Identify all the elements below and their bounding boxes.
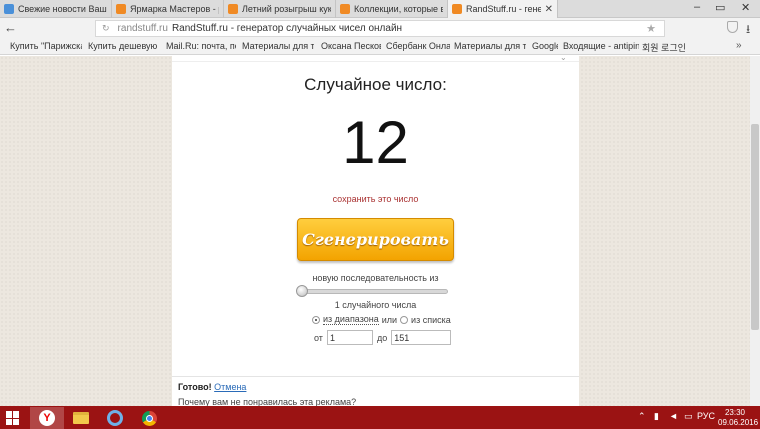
result-heading: Случайное число: xyxy=(304,75,447,94)
kollekcii-favicon-icon xyxy=(340,4,350,14)
close-window-button[interactable]: ✕ xyxy=(741,1,750,14)
ad-question: Почему вам не понравилась эта реклама? xyxy=(178,397,357,406)
windows-start-icon[interactable] xyxy=(6,411,20,425)
bookmark-item[interactable]: Входящие - antipina xyxy=(563,41,639,51)
generator-card: ⌄ Случайное число: 12 сохранить это числ… xyxy=(172,56,579,376)
folder-icon xyxy=(73,412,89,424)
tab-kollekcii[interactable]: Коллекции, которые выш xyxy=(336,0,448,18)
bookmarks-bar: Купить "Парижская Купить дешевую од Mail… xyxy=(0,39,760,55)
count-slider-handle[interactable] xyxy=(296,285,308,297)
randstuff-favicon-icon xyxy=(452,4,462,14)
bookmark-star-icon[interactable]: ★ xyxy=(646,22,656,35)
radio-list-label[interactable]: из списка xyxy=(411,315,451,325)
radio-range-label[interactable]: из диапазона xyxy=(323,314,379,325)
bookmark-item[interactable]: Сбербанк Онлайн xyxy=(386,41,450,51)
clock[interactable]: 23:30 09.06.2016 xyxy=(718,408,759,428)
bookmark-item[interactable]: Материалы для твор xyxy=(242,41,314,51)
clock-time: 23:30 xyxy=(724,408,746,417)
rozygrysh-favicon-icon xyxy=(228,4,238,14)
radio-or-label: или xyxy=(381,314,398,325)
radio-list[interactable] xyxy=(400,315,409,324)
tab-rozygrysh[interactable]: Летний розыгрыш кукольн xyxy=(224,0,336,18)
chrome-icon xyxy=(141,410,157,426)
page-title: RandStuff.ru - генератор случайных чисел… xyxy=(171,23,403,34)
count-slider[interactable] xyxy=(300,289,448,294)
bookmark-item[interactable]: Купить "Парижская xyxy=(10,41,82,51)
taskbar-chrome[interactable] xyxy=(132,407,166,429)
tab-close-icon[interactable]: ✕ xyxy=(545,4,553,15)
bookmark-item[interactable]: Купить дешевую од xyxy=(88,41,160,51)
taskbar: Y ⌃ ▮ ◄ ▭ РУС 23:30 09.06.2016 xyxy=(0,406,760,429)
tab-label: Свежие новости Вашего к xyxy=(18,4,107,14)
back-arrow-icon[interactable]: ← xyxy=(4,20,17,35)
taskbar-yandex[interactable]: Y xyxy=(30,407,64,429)
download-icon[interactable]: ⭳ xyxy=(746,20,750,41)
generate-button[interactable]: Сгенерировать xyxy=(297,218,454,261)
yandex-browser-icon: Y xyxy=(39,410,55,426)
tab-randstuff[interactable]: RandStuff.ru - генерато ✕ xyxy=(448,0,558,18)
bookmark-item[interactable]: Mail.Ru: почта, поиск xyxy=(166,41,236,51)
bookmark-item[interactable]: Материалы для твор xyxy=(454,41,526,51)
source-radio-group: из диапазона или из списка xyxy=(312,314,451,325)
taskbar-ie[interactable] xyxy=(98,407,132,429)
card-divider xyxy=(172,56,579,62)
tab-strip: Свежие новости Вашего к Ярмарка Мастеров… xyxy=(0,0,760,18)
ad-cancel-link[interactable]: Отмена xyxy=(214,382,246,392)
from-label: от xyxy=(314,332,323,343)
to-label: до xyxy=(376,332,388,343)
from-input[interactable]: 1 xyxy=(326,330,373,345)
bookmark-item[interactable]: Google xyxy=(532,41,558,51)
taskbar-explorer[interactable] xyxy=(64,407,98,429)
minimize-button[interactable]: – xyxy=(694,1,700,13)
battery-icon[interactable]: ▭ xyxy=(684,411,693,422)
network-icon[interactable]: ▮ xyxy=(654,411,659,422)
shield-icon[interactable] xyxy=(727,21,738,33)
save-number-link[interactable]: сохранить это число xyxy=(172,194,579,204)
tab-label: Ярмарка Мастеров - ручн xyxy=(130,4,219,14)
ad-done-label: Готово! xyxy=(178,382,212,392)
url-field[interactable]: ↻ randstuff.ru RandStuff.ru - генератор … xyxy=(95,20,665,37)
url-domain: randstuff.ru xyxy=(117,23,168,34)
clock-date: 09.06.2016 xyxy=(718,418,759,427)
tab-yarmarka[interactable]: Ярмарка Мастеров - ручн xyxy=(112,0,224,18)
ad-done-row: Готово! Отмена xyxy=(178,382,246,392)
volume-icon[interactable]: ◄ xyxy=(669,411,678,421)
tab-news[interactable]: Свежие новости Вашего к xyxy=(0,0,112,18)
bookmark-item[interactable]: 회원 로그인 xyxy=(642,41,686,54)
radio-range[interactable] xyxy=(312,315,320,324)
reload-icon[interactable]: ↻ xyxy=(102,23,110,34)
more-bookmarks-icon[interactable]: » xyxy=(736,40,742,51)
news-favicon-icon xyxy=(4,4,14,14)
yarmarka-favicon-icon xyxy=(116,4,126,14)
random-number: 12 xyxy=(342,109,409,176)
tray-up-icon[interactable]: ⌃ xyxy=(638,411,646,422)
tab-label: Коллекции, которые выш xyxy=(354,4,443,14)
page-content: ⌄ Случайное число: 12 сохранить это числ… xyxy=(0,56,760,406)
tab-label: Летний розыгрыш кукольн xyxy=(242,4,331,14)
language-indicator[interactable]: РУС xyxy=(697,411,715,421)
chevron-down-icon[interactable]: ⌄ xyxy=(560,56,567,62)
range-inputs: от 1 до 151 xyxy=(314,330,452,345)
ad-feedback: Готово! Отмена Почему вам не понравилась… xyxy=(172,376,579,406)
maximize-button[interactable]: ▭ xyxy=(715,1,725,14)
scrollbar-thumb[interactable] xyxy=(751,124,759,330)
address-bar: ← ↻ randstuff.ru RandStuff.ru - генерато… xyxy=(0,18,760,39)
to-input[interactable]: 151 xyxy=(391,330,452,345)
internet-explorer-icon xyxy=(107,410,123,426)
tab-label: RandStuff.ru - генерато xyxy=(466,4,541,14)
sequence-label: новую последовательность из xyxy=(312,273,439,283)
bookmark-item[interactable]: Оксана Пескова xyxy=(321,41,381,51)
count-label: 1 случайного числа xyxy=(334,300,417,310)
